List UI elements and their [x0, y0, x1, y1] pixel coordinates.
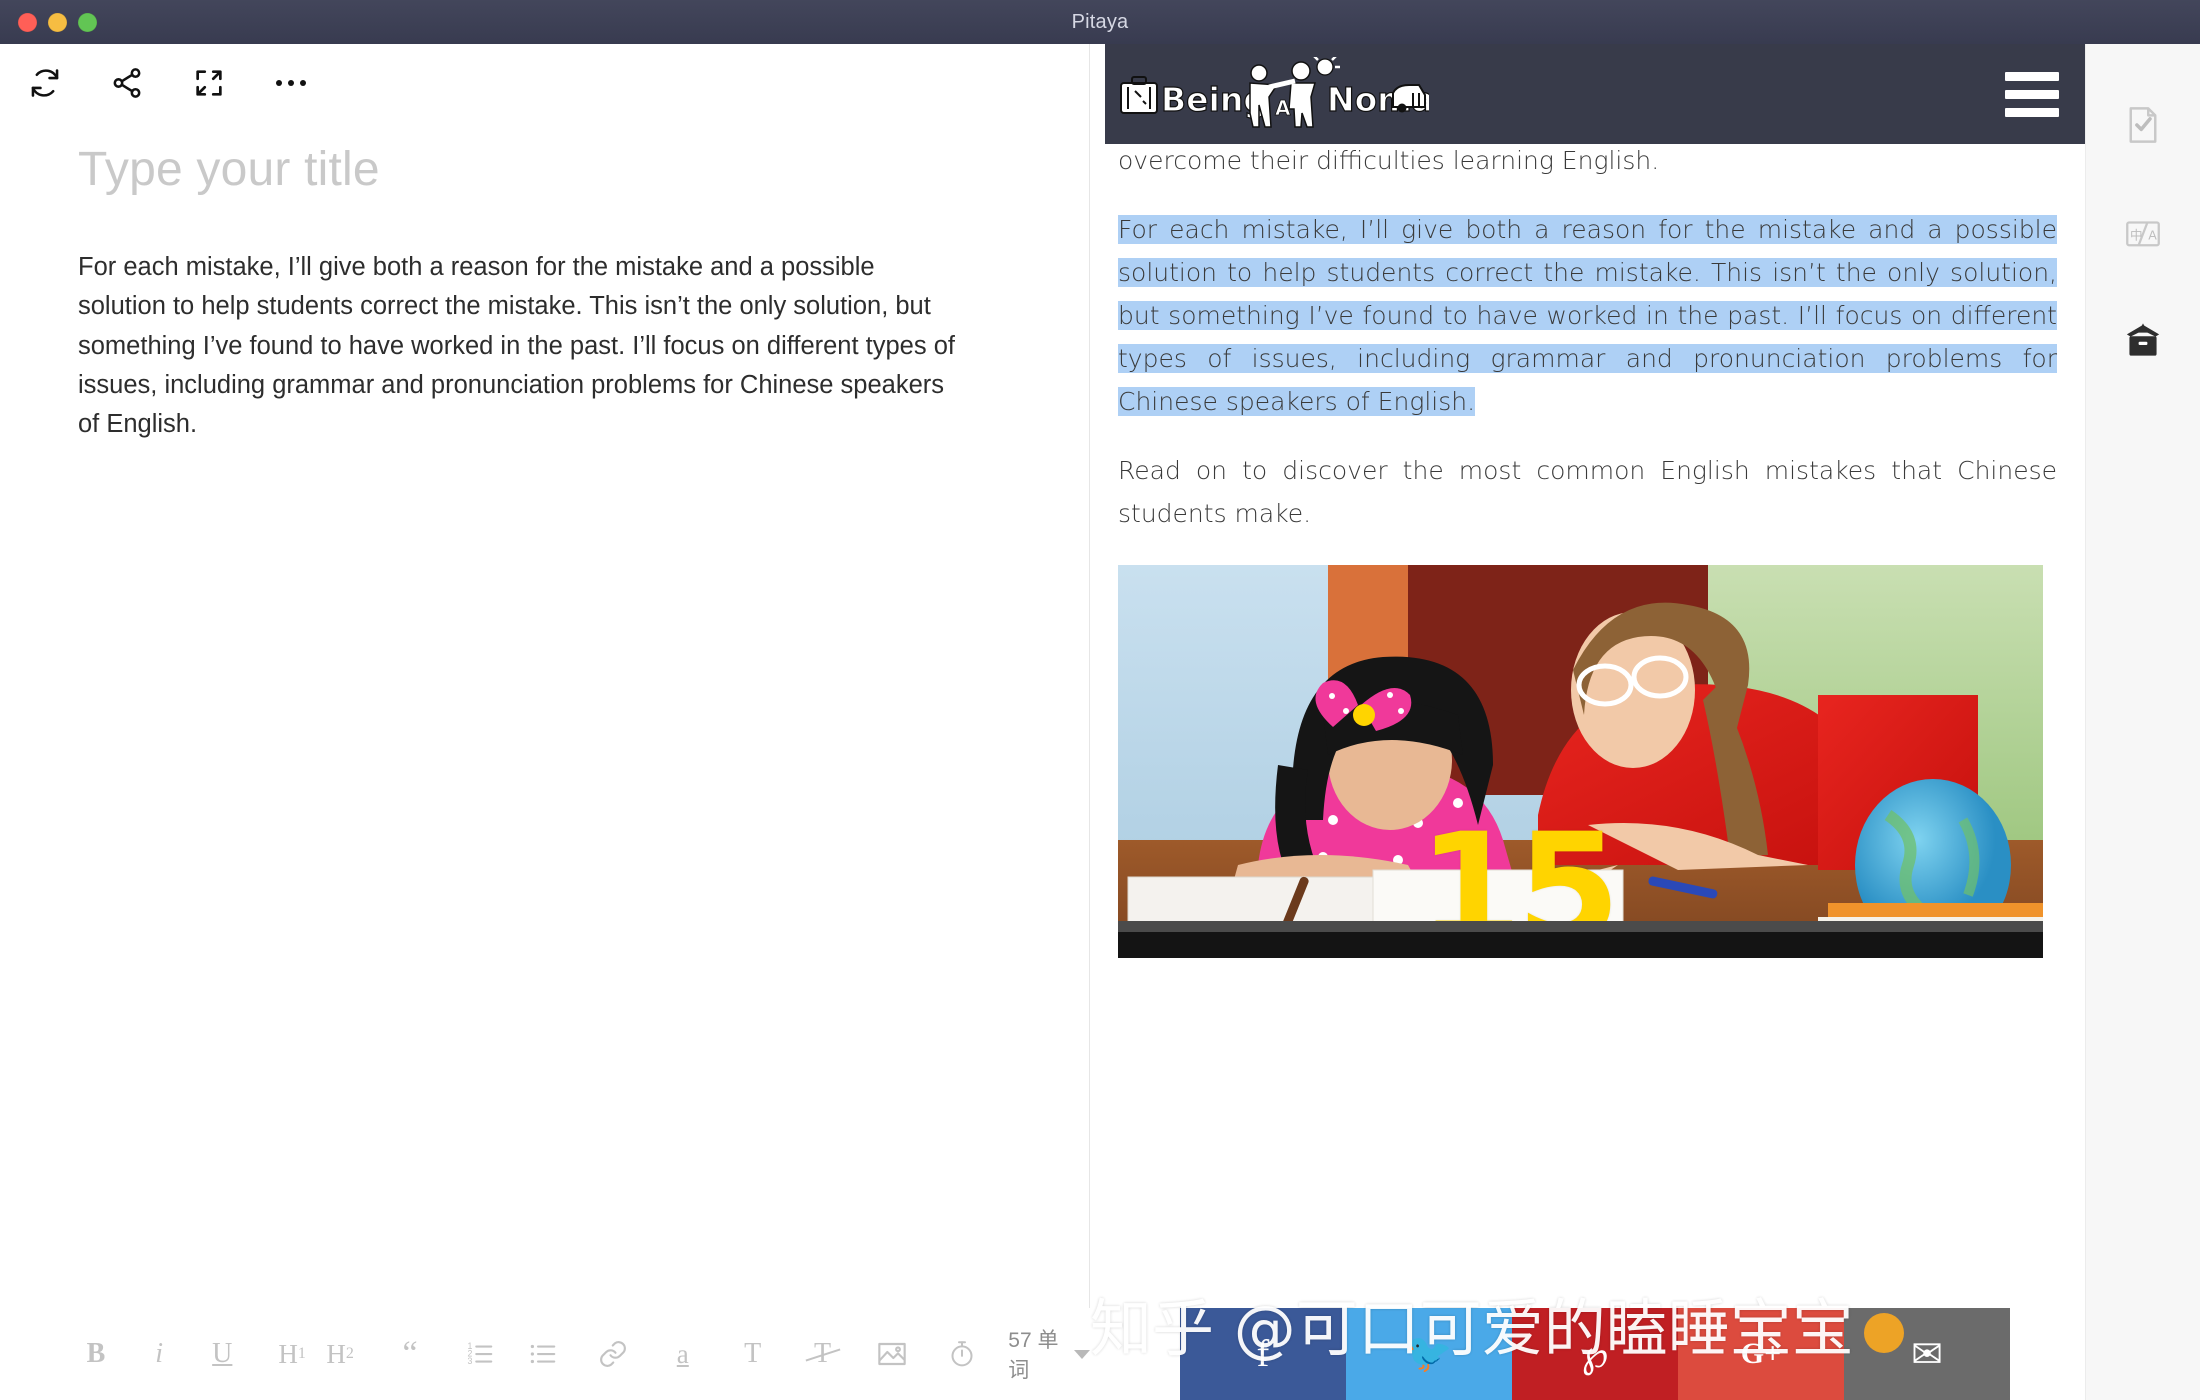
minimize-window-button[interactable]: [48, 12, 67, 32]
editor-pane: Type your title For each mistake, I’ll g…: [0, 44, 1091, 1400]
blockquote-button[interactable]: “: [386, 1330, 434, 1378]
format-toolbar: B i U H1 H2 “ 1 2 3 a T T 57 单词: [0, 1308, 1091, 1400]
svg-text:A: A: [1275, 96, 1291, 120]
sync-icon[interactable]: [22, 60, 68, 106]
highlight-button[interactable]: a: [659, 1330, 707, 1378]
h1-digit: 1: [297, 1345, 306, 1362]
close-window-button[interactable]: [18, 12, 37, 32]
h2-letter: H: [326, 1338, 346, 1369]
h2-digit: 2: [345, 1345, 354, 1362]
social-share-bar: f 🐦 ℘ G+ ✉: [1180, 1308, 2010, 1400]
unordered-list-icon[interactable]: [519, 1330, 567, 1378]
selected-text: For each mistake, I’ll give both a reaso…: [1118, 215, 2057, 416]
svg-text:A: A: [2148, 227, 2157, 242]
main-area: Type your title For each mistake, I’ll g…: [0, 44, 2200, 1400]
photo-gray-band: [1118, 921, 2043, 932]
app-window: Pitaya Type your title For each mistake,…: [0, 0, 2200, 1400]
window-title: Pitaya: [1071, 10, 1129, 33]
translate-icon[interactable]: 中 A: [2114, 204, 2172, 262]
clear-format-button[interactable]: T: [799, 1330, 847, 1378]
chevron-down-icon: [1074, 1349, 1091, 1359]
underline-button[interactable]: U: [198, 1330, 246, 1378]
traffic-lights: [18, 0, 97, 44]
title-bar: Pitaya: [0, 0, 2200, 44]
heading1-button[interactable]: H1: [268, 1330, 316, 1378]
editor-body-text[interactable]: For each mistake, I’ll give both a reaso…: [78, 248, 968, 444]
word-count-selector[interactable]: 57 单词: [1008, 1324, 1091, 1384]
link-icon[interactable]: [589, 1330, 637, 1378]
publish-box-icon[interactable]: [2114, 312, 2172, 370]
facebook-icon: f: [1256, 1333, 1270, 1375]
sun-icon: [1313, 57, 1340, 76]
googleplus-share-button[interactable]: G+: [1678, 1308, 1844, 1400]
editor-toolbar: [0, 44, 1089, 122]
suitcase-icon: [1120, 76, 1158, 114]
preview-pane: to Chinese students. But students can us…: [1090, 44, 2085, 1400]
bold-button[interactable]: B: [72, 1330, 120, 1378]
pinterest-icon: ℘: [1581, 1333, 1609, 1376]
svg-text:中: 中: [2130, 227, 2143, 242]
svg-text:3: 3: [467, 1356, 472, 1366]
h1-letter: H: [278, 1338, 298, 1369]
preview-paragraph-below: Read on to discover the most common Engl…: [1118, 456, 2057, 528]
twitter-icon: 🐦: [1405, 1333, 1453, 1375]
italic-button[interactable]: i: [135, 1330, 183, 1378]
photo-black-band: [1118, 932, 2043, 958]
more-icon[interactable]: [268, 60, 314, 106]
right-rail: 中 A: [2085, 44, 2200, 1400]
editor-document: Type your title For each mistake, I’ll g…: [0, 140, 1090, 444]
preview-content: to Chinese students. But students can us…: [1090, 44, 2085, 1400]
heading2-button[interactable]: H2: [316, 1330, 364, 1378]
document-check-icon[interactable]: [2114, 96, 2172, 154]
site-header: Being A No: [1105, 44, 2085, 144]
pinterest-share-button[interactable]: ℘: [1512, 1308, 1678, 1400]
facebook-share-button[interactable]: f: [1180, 1308, 1346, 1400]
googleplus-icon: G+: [1740, 1337, 1782, 1370]
email-share-button[interactable]: ✉: [1844, 1308, 2010, 1400]
being-a-nomad-logo: Being A No: [1119, 57, 1429, 129]
zoom-window-button[interactable]: [78, 12, 97, 32]
fullscreen-icon[interactable]: [186, 60, 232, 106]
twitter-share-button[interactable]: 🐦: [1346, 1308, 1512, 1400]
word-count-label: 57 单词: [1008, 1329, 1059, 1382]
preview-paragraph-selected[interactable]: For each mistake, I’ll give both a reaso…: [1118, 208, 2057, 423]
text-style-button[interactable]: T: [729, 1330, 777, 1378]
ordered-list-icon[interactable]: 1 2 3: [456, 1330, 504, 1378]
title-input-placeholder[interactable]: Type your title: [78, 140, 1012, 200]
hamburger-menu-icon[interactable]: [2005, 71, 2059, 117]
share-icon[interactable]: [104, 60, 150, 106]
email-icon: ✉: [1911, 1333, 1943, 1376]
article-photo: 15: [1118, 565, 2043, 958]
timer-icon[interactable]: [938, 1330, 986, 1378]
image-icon[interactable]: [868, 1330, 916, 1378]
